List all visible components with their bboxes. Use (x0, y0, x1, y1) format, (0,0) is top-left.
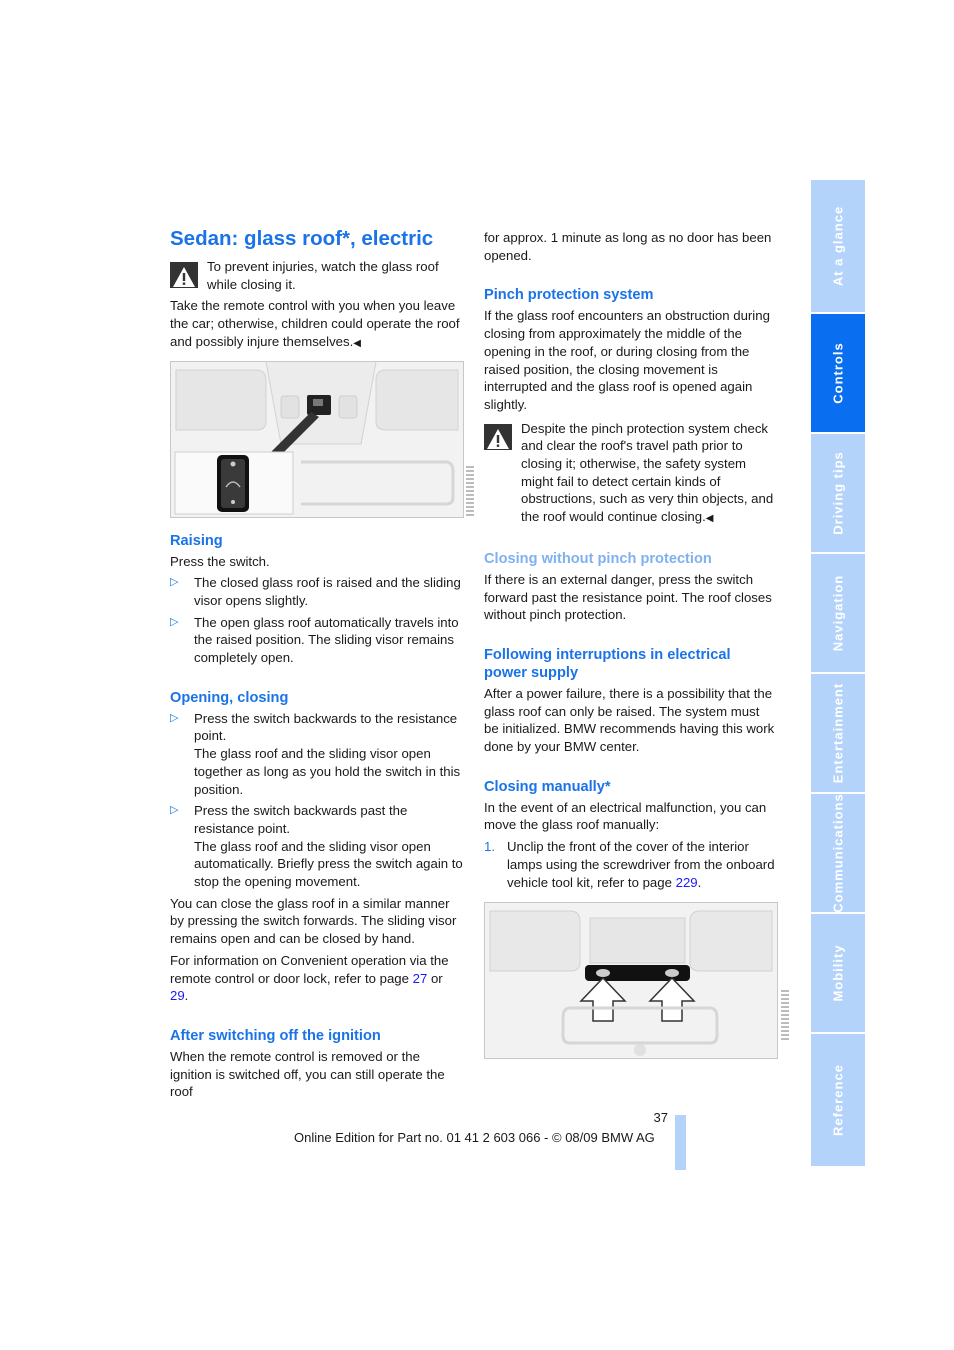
chapter-tab-communications[interactable]: Communications (811, 793, 865, 913)
opening-para-1: You can close the glass roof in a simila… (170, 895, 457, 947)
bullet-arrow-icon: ▷ (170, 576, 179, 589)
pinch-text: If the glass roof encounters an obstruct… (484, 308, 770, 412)
chapter-tab-controls[interactable]: Controls (811, 314, 865, 432)
heading-closing-without-pinch: Closing without pinch protection (484, 550, 712, 567)
page-link-229[interactable]: 229 (676, 875, 698, 890)
list-item-text: Press the switch backwards to the resist… (194, 710, 458, 744)
bullet-arrow-icon: ▷ (170, 615, 179, 628)
chapter-tab-label: Reference (830, 1064, 846, 1136)
chapter-tab-label: Driving tips (830, 451, 846, 535)
heading-power-interruptions: Following interruptions in electrical po… (484, 646, 731, 681)
list-item: ▷ The closed glass roof is raised and the… (170, 574, 463, 609)
page-title: Sedan: glass roof*, electric (170, 227, 434, 250)
manual-steps-list: 1. Unclip the front of the cover of the i… (484, 838, 777, 891)
chapter-tab-label: Entertainment (830, 682, 846, 784)
raising-list: ▷ The closed glass roof is raised and the… (170, 574, 463, 667)
pinch-warning-block: Despite the pinch protection system chec… (484, 420, 777, 528)
heading-after-ignition: After switching off the ignition (170, 1027, 381, 1044)
chapter-tab-label: Navigation (830, 574, 846, 652)
step-text: Unclip the front of the cover of the int… (507, 839, 775, 890)
continued-text: for approx. 1 minute as long as no door … (484, 230, 772, 263)
step-number: 1. (484, 839, 495, 855)
page-number: 37 (653, 1110, 668, 1125)
chapter-tab-label: Controls (830, 342, 846, 404)
footer-bar (675, 1115, 686, 1170)
page-link-29[interactable]: 29 (170, 988, 185, 1003)
opening-list: ▷ Press the switch backwards to the resis… (170, 710, 463, 891)
list-item: ▷ Press the switch backwards to the resis… (170, 710, 463, 799)
list-item-detail: The glass roof and the sliding visor ope… (194, 746, 461, 797)
after-ignition-text: When the remote control is removed or th… (170, 1048, 445, 1100)
right-column: for approx. 1 minute as long as no door … (484, 229, 778, 1073)
list-item-text: Press the switch backwards past the resi… (194, 803, 408, 836)
figure-code (466, 466, 474, 516)
heading-closing-manually: Closing manually* (484, 778, 611, 795)
heading-raising: Raising (170, 532, 223, 549)
warning-text: To prevent injuries, watch the glass roo… (207, 259, 439, 292)
para-text: or (427, 970, 443, 986)
para-text: . (184, 988, 189, 1004)
chapter-tab-at-a-glance[interactable]: At a glance (811, 180, 865, 312)
heading-pinch-protection: Pinch protection system (484, 287, 654, 304)
warning-continued: Take the remote control with you when yo… (170, 298, 460, 349)
interruptions-text: After a power failure, there is a possib… (484, 685, 775, 755)
bullet-arrow-icon: ▷ (170, 711, 179, 724)
chapter-tab-label: Communications (830, 793, 846, 913)
chapter-tab-reference[interactable]: Reference (811, 1034, 865, 1166)
list-item-text: The open glass roof automatically travel… (194, 614, 459, 666)
chapter-tab-label: Mobility (830, 944, 846, 1002)
footer-text: Online Edition for Part no. 01 41 2 603 … (294, 1130, 655, 1145)
chapter-tab-label: At a glance (830, 205, 846, 287)
page-link-27[interactable]: 27 (413, 971, 428, 986)
raising-intro: Press the switch. (170, 553, 270, 569)
warning-block: To prevent injuries, watch the glass roo… (170, 258, 463, 293)
list-item-text: The closed glass roof is raised and the … (194, 575, 461, 608)
manual-intro: In the event of an electrical malfunctio… (484, 799, 767, 833)
figure-code (781, 990, 789, 1042)
bullet-arrow-icon: ▷ (170, 804, 179, 817)
roof-switch-figure (170, 360, 464, 518)
chapter-tab-driving-tips[interactable]: Driving tips (811, 434, 865, 552)
list-item: ▷ Press the switch backwards past the res… (170, 802, 463, 891)
warning-icon (484, 423, 512, 450)
warning-icon (170, 262, 198, 288)
left-column: Sedan: glass roof*, electric To prevent … (170, 227, 464, 1105)
chapter-tab-entertainment[interactable]: Entertainment (811, 674, 865, 792)
step-item: 1. Unclip the front of the cover of the i… (484, 839, 775, 890)
chapter-tab-navigation[interactable]: Navigation (811, 554, 865, 672)
lamp-cover-figure (484, 902, 778, 1060)
opening-para-2: For information on Convenient operation … (170, 952, 463, 1005)
end-mark-icon: ◀ (353, 337, 361, 349)
list-item-detail: The glass roof and the sliding visor ope… (194, 838, 463, 890)
without-pinch-text: If there is an external danger, press th… (484, 571, 772, 623)
list-item: ▷ The open glass roof automatically trave… (170, 614, 463, 667)
end-mark-icon: ◀ (705, 513, 714, 525)
pinch-warning-text: Despite the pinch protection system chec… (521, 420, 774, 525)
para-text: For information on Convenient operation … (170, 952, 449, 986)
chapter-tab-mobility[interactable]: Mobility (811, 914, 865, 1032)
heading-opening-closing: Opening, closing (170, 689, 289, 706)
